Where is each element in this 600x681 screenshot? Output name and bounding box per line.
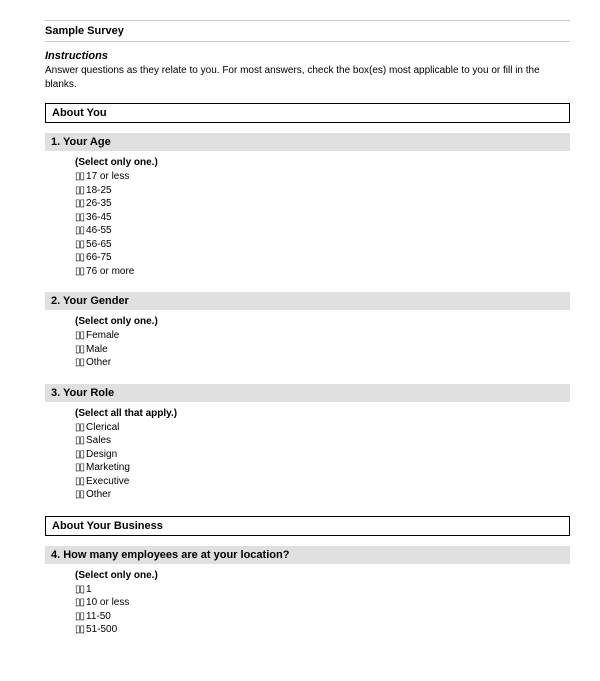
checkbox-icon: ▯▯ (75, 252, 84, 263)
option-label: Design (86, 449, 117, 460)
checkbox-icon: ▯▯ (75, 476, 84, 487)
checkbox-icon: ▯▯ (75, 225, 84, 236)
survey-option[interactable]: ▯▯46-55 (75, 224, 570, 238)
option-label: Male (86, 344, 108, 355)
survey-option[interactable]: ▯▯66-75 (75, 251, 570, 265)
section-header: About Your Business (45, 516, 570, 536)
survey-option[interactable]: ▯▯Executive (75, 475, 570, 489)
question: 3. Your Role (Select all that apply.) ▯▯… (45, 384, 570, 502)
checkbox-icon: ▯▯ (75, 212, 84, 223)
checkbox-icon: ▯▯ (75, 171, 84, 182)
option-label: Other (86, 489, 111, 500)
question-body: (Select all that apply.) ▯▯Clerical ▯▯Sa… (45, 402, 570, 502)
instructions-heading: Instructions (45, 50, 570, 62)
option-label: 51-500 (86, 624, 117, 635)
checkbox-icon: ▯▯ (75, 344, 84, 355)
survey-option[interactable]: ▯▯10 or less (75, 596, 570, 610)
checkbox-icon: ▯▯ (75, 435, 84, 446)
question-title: 4. How many employees are at your locati… (45, 546, 570, 564)
survey-option[interactable]: ▯▯Sales (75, 434, 570, 448)
question-title: 1. Your Age (45, 133, 570, 151)
checkbox-icon: ▯▯ (75, 462, 84, 473)
checkbox-icon: ▯▯ (75, 489, 84, 500)
option-label: Clerical (86, 422, 119, 433)
survey-option[interactable]: ▯▯56-65 (75, 238, 570, 252)
survey-option[interactable]: ▯▯Male (75, 343, 570, 357)
checkbox-icon: ▯▯ (75, 584, 84, 595)
survey-option[interactable]: ▯▯Marketing (75, 461, 570, 475)
survey-option[interactable]: ▯▯Other (75, 488, 570, 502)
option-label: 26-35 (86, 198, 112, 209)
page-title: Sample Survey (45, 20, 570, 42)
survey-option[interactable]: ▯▯Design (75, 448, 570, 462)
option-label: 76 or more (86, 266, 134, 277)
document-page: Sample Survey Instructions Answer questi… (0, 0, 600, 681)
checkbox-icon: ▯▯ (75, 266, 84, 277)
option-label: 56-65 (86, 239, 112, 250)
question: 4. How many employees are at your locati… (45, 546, 570, 637)
question-hint: (Select only one.) (75, 316, 570, 327)
survey-option[interactable]: ▯▯1 (75, 583, 570, 597)
question-body: (Select only one.) ▯▯1 ▯▯10 or less ▯▯11… (45, 564, 570, 637)
checkbox-icon: ▯▯ (75, 597, 84, 608)
survey-option[interactable]: ▯▯Female (75, 329, 570, 343)
checkbox-icon: ▯▯ (75, 330, 84, 341)
survey-option[interactable]: ▯▯36-45 (75, 211, 570, 225)
question-hint: (Select only one.) (75, 570, 570, 581)
survey-option[interactable]: ▯▯26-35 (75, 197, 570, 211)
option-label: Marketing (86, 462, 130, 473)
question: 1. Your Age (Select only one.) ▯▯17 or l… (45, 133, 570, 278)
option-label: 66-75 (86, 252, 112, 263)
checkbox-icon: ▯▯ (75, 198, 84, 209)
question-body: (Select only one.) ▯▯17 or less ▯▯18-25 … (45, 151, 570, 278)
survey-option[interactable]: ▯▯76 or more (75, 265, 570, 279)
checkbox-icon: ▯▯ (75, 422, 84, 433)
option-label: 11-50 (86, 611, 111, 622)
option-label: Female (86, 330, 119, 341)
question-title: 2. Your Gender (45, 292, 570, 310)
option-label: 36-45 (86, 212, 112, 223)
question-hint: (Select all that apply.) (75, 408, 570, 419)
question-body: (Select only one.) ▯▯Female ▯▯Male ▯▯Oth… (45, 310, 570, 370)
checkbox-icon: ▯▯ (75, 357, 84, 368)
checkbox-icon: ▯▯ (75, 185, 84, 196)
option-label: Executive (86, 476, 129, 487)
survey-option[interactable]: ▯▯Other (75, 356, 570, 370)
instructions-text: Answer questions as they relate to you. … (45, 64, 570, 91)
checkbox-icon: ▯▯ (75, 624, 84, 635)
survey-option[interactable]: ▯▯17 or less (75, 170, 570, 184)
option-label: 46-55 (86, 225, 112, 236)
survey-option[interactable]: ▯▯18-25 (75, 184, 570, 198)
option-label: 10 or less (86, 597, 129, 608)
option-label: 1 (86, 584, 92, 595)
survey-option[interactable]: ▯▯11-50 (75, 610, 570, 624)
checkbox-icon: ▯▯ (75, 611, 84, 622)
checkbox-icon: ▯▯ (75, 449, 84, 460)
question-title: 3. Your Role (45, 384, 570, 402)
checkbox-icon: ▯▯ (75, 239, 84, 250)
survey-option[interactable]: ▯▯51-500 (75, 623, 570, 637)
question-hint: (Select only one.) (75, 157, 570, 168)
option-label: 17 or less (86, 171, 129, 182)
option-label: Other (86, 357, 111, 368)
section-header: About You (45, 103, 570, 123)
option-label: Sales (86, 435, 111, 446)
option-label: 18-25 (86, 185, 112, 196)
question: 2. Your Gender (Select only one.) ▯▯Fema… (45, 292, 570, 370)
survey-option[interactable]: ▯▯Clerical (75, 421, 570, 435)
